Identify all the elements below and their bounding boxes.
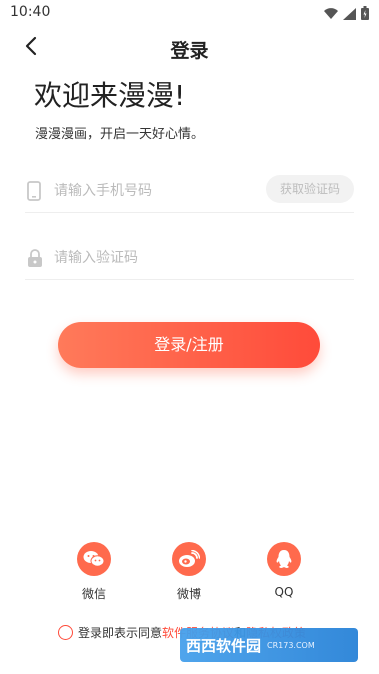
phone-field-row: 获取验证码	[25, 172, 354, 213]
signal-icon	[343, 5, 356, 24]
wechat-icon	[77, 542, 111, 576]
phone-icon	[27, 181, 43, 201]
login-register-button[interactable]: 登录/注册	[58, 322, 320, 368]
status-time: 10:40	[10, 4, 51, 20]
weibo-login[interactable]: 微博	[159, 542, 219, 604]
agreement-prefix: 登录即表示同意	[78, 625, 163, 640]
qq-label: QQ	[274, 585, 294, 599]
qq-icon	[267, 542, 301, 576]
watermark-logo: 西西软件园 CR173.COM	[180, 628, 358, 662]
weibo-icon	[172, 542, 206, 576]
wechat-label: 微信	[81, 587, 106, 601]
get-code-button[interactable]: 获取验证码	[266, 175, 354, 203]
qq-login[interactable]: QQ	[254, 542, 314, 604]
code-input[interactable]	[54, 247, 254, 269]
weibo-label: 微博	[176, 587, 201, 601]
status-bar: 10:40	[0, 0, 379, 26]
watermark-sub: CR173.COM	[267, 640, 315, 650]
agreement-checkbox[interactable]	[58, 624, 73, 640]
lock-icon	[27, 248, 43, 268]
code-field-row	[25, 239, 354, 280]
welcome-title: 欢迎来漫漫!	[34, 79, 186, 112]
wechat-login[interactable]: 微信	[64, 542, 124, 604]
wifi-icon	[324, 5, 338, 24]
battery-icon	[361, 5, 369, 24]
watermark-text: 西西软件园	[186, 636, 262, 655]
phone-input[interactable]	[54, 180, 254, 202]
page-title: 登录	[170, 40, 209, 62]
status-icons	[324, 5, 369, 24]
nav-bar: 登录	[0, 30, 379, 66]
welcome-subtitle: 漫漫漫画，开启一天好心情。	[35, 127, 205, 142]
